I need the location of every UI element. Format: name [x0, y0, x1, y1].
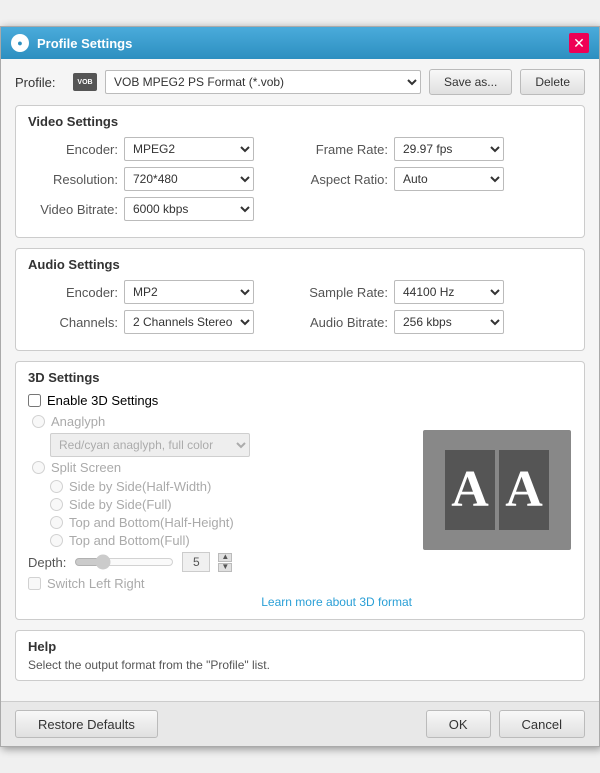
3d-settings-left: 3D Settings Enable 3D Settings Anaglyph …: [28, 370, 412, 609]
depth-value: 5: [182, 552, 210, 572]
audio-settings-row1: Encoder: MP2 Sample Rate: 44100 Hz: [28, 280, 572, 310]
titlebar: ● Profile Settings ✕: [1, 27, 599, 59]
encoder-label: Encoder:: [28, 142, 118, 157]
profile-select[interactable]: VOB MPEG2 PS Format (*.vob): [105, 70, 421, 94]
audio-bitrate-label: Audio Bitrate:: [308, 315, 388, 330]
dialog-content: Profile: VOB VOB MPEG2 PS Format (*.vob)…: [1, 59, 599, 701]
sbs-half-label[interactable]: Side by Side(Half-Width): [69, 479, 211, 494]
aspect-ratio-label: Aspect Ratio:: [308, 172, 388, 187]
sbs-full-radio[interactable]: [50, 498, 63, 511]
anaglyph-sub-row: Red/cyan anaglyph, full color: [28, 433, 412, 457]
depth-up-button[interactable]: ▲: [218, 553, 232, 562]
aa-letters: A A: [445, 450, 549, 530]
audio-settings-title: Audio Settings: [28, 257, 572, 272]
anaglyph-row: Anaglyph: [28, 414, 412, 429]
footer-right-buttons: OK Cancel: [426, 710, 585, 738]
delete-button[interactable]: Delete: [520, 69, 585, 95]
aa-letter-left: A: [445, 450, 495, 530]
video-settings-row1: Encoder: MPEG2 Frame Rate: 29.97 fps: [28, 137, 572, 167]
tb-full-row: Top and Bottom(Full): [28, 533, 412, 548]
cancel-button[interactable]: Cancel: [499, 710, 585, 738]
restore-defaults-button[interactable]: Restore Defaults: [15, 710, 158, 738]
tb-full-radio[interactable]: [50, 534, 63, 547]
audio-bitrate-row: Audio Bitrate: 256 kbps: [308, 310, 572, 334]
split-screen-row: Split Screen: [28, 460, 412, 475]
video-settings-section: Video Settings Encoder: MPEG2 Frame Rate…: [15, 105, 585, 238]
tb-half-radio[interactable]: [50, 516, 63, 529]
profile-row: Profile: VOB VOB MPEG2 PS Format (*.vob)…: [15, 69, 585, 95]
dialog-title: Profile Settings: [37, 36, 132, 51]
enable-3d-row: Enable 3D Settings: [28, 393, 412, 408]
tb-half-row: Top and Bottom(Half-Height): [28, 515, 412, 530]
learn-more-link[interactable]: Learn more about 3D format: [261, 595, 412, 609]
audio-bitrate-select[interactable]: 256 kbps: [394, 310, 504, 334]
encoder-row: Encoder: MPEG2: [28, 137, 292, 161]
3d-settings-section: 3D Settings Enable 3D Settings Anaglyph …: [15, 361, 585, 620]
aspect-ratio-select[interactable]: Auto: [394, 167, 504, 191]
aa-preview: A A: [423, 430, 571, 550]
tb-full-label[interactable]: Top and Bottom(Full): [69, 533, 190, 548]
channels-row: Channels: 2 Channels Stereo: [28, 310, 292, 334]
enable-3d-checkbox[interactable]: [28, 394, 41, 407]
video-bitrate-select[interactable]: 6000 kbps: [124, 197, 254, 221]
switch-lr-checkbox[interactable]: [28, 577, 41, 590]
split-screen-radio[interactable]: [32, 461, 45, 474]
save-as-button[interactable]: Save as...: [429, 69, 512, 95]
3d-preview-panel: A A: [422, 370, 572, 609]
switch-row: Switch Left Right: [28, 576, 412, 591]
encoder-select[interactable]: MPEG2: [124, 137, 254, 161]
audio-settings-section: Audio Settings Encoder: MP2 Sample Rate:…: [15, 248, 585, 351]
anaglyph-label[interactable]: Anaglyph: [51, 414, 105, 429]
video-settings-title: Video Settings: [28, 114, 572, 129]
help-text: Select the output format from the "Profi…: [28, 658, 572, 672]
video-settings-row2: Resolution: 720*480 Aspect Ratio: Auto: [28, 167, 572, 197]
aa-letter-right: A: [499, 450, 549, 530]
app-icon: ●: [11, 34, 29, 52]
3d-settings-title: 3D Settings: [28, 370, 412, 385]
dialog-window: ● Profile Settings ✕ Profile: VOB VOB MP…: [0, 26, 600, 747]
sample-rate-select[interactable]: 44100 Hz: [394, 280, 504, 304]
titlebar-left: ● Profile Settings: [11, 34, 132, 52]
resolution-row: Resolution: 720*480: [28, 167, 292, 191]
frame-rate-label: Frame Rate:: [308, 142, 388, 157]
audio-settings-row2: Channels: 2 Channels Stereo Audio Bitrat…: [28, 310, 572, 340]
profile-label: Profile:: [15, 75, 65, 90]
depth-spinners: ▲ ▼: [218, 553, 232, 572]
aspect-ratio-row: Aspect Ratio: Auto: [308, 167, 572, 191]
sbs-full-label[interactable]: Side by Side(Full): [69, 497, 172, 512]
sample-rate-label: Sample Rate:: [308, 285, 388, 300]
sbs-full-row: Side by Side(Full): [28, 497, 412, 512]
video-bitrate-row: Video Bitrate: 6000 kbps: [28, 197, 572, 221]
channels-label: Channels:: [28, 315, 118, 330]
sample-rate-row: Sample Rate: 44100 Hz: [308, 280, 572, 304]
frame-rate-select[interactable]: 29.97 fps: [394, 137, 504, 161]
sbs-half-row: Side by Side(Half-Width): [28, 479, 412, 494]
anaglyph-radio[interactable]: [32, 415, 45, 428]
help-title: Help: [28, 639, 572, 654]
split-screen-label[interactable]: Split Screen: [51, 460, 121, 475]
audio-encoder-label: Encoder:: [28, 285, 118, 300]
sbs-half-radio[interactable]: [50, 480, 63, 493]
depth-down-button[interactable]: ▼: [218, 563, 232, 572]
ok-button[interactable]: OK: [426, 710, 491, 738]
audio-encoder-row: Encoder: MP2: [28, 280, 292, 304]
channels-select[interactable]: 2 Channels Stereo: [124, 310, 254, 334]
tb-half-label[interactable]: Top and Bottom(Half-Height): [69, 515, 234, 530]
frame-rate-row: Frame Rate: 29.97 fps: [308, 137, 572, 161]
depth-label: Depth:: [28, 555, 66, 570]
enable-3d-label[interactable]: Enable 3D Settings: [47, 393, 158, 408]
resolution-label: Resolution:: [28, 172, 118, 187]
help-section: Help Select the output format from the "…: [15, 630, 585, 681]
learn-more-row: Learn more about 3D format: [28, 595, 412, 609]
close-button[interactable]: ✕: [569, 33, 589, 53]
depth-row: Depth: 5 ▲ ▼: [28, 552, 412, 572]
profile-format-icon: VOB: [73, 73, 97, 91]
video-bitrate-label: Video Bitrate:: [28, 202, 118, 217]
depth-slider[interactable]: [74, 554, 174, 570]
switch-lr-label[interactable]: Switch Left Right: [47, 576, 145, 591]
footer: Restore Defaults OK Cancel: [1, 701, 599, 746]
audio-encoder-select[interactable]: MP2: [124, 280, 254, 304]
anaglyph-type-select[interactable]: Red/cyan anaglyph, full color: [50, 433, 250, 457]
resolution-select[interactable]: 720*480: [124, 167, 254, 191]
